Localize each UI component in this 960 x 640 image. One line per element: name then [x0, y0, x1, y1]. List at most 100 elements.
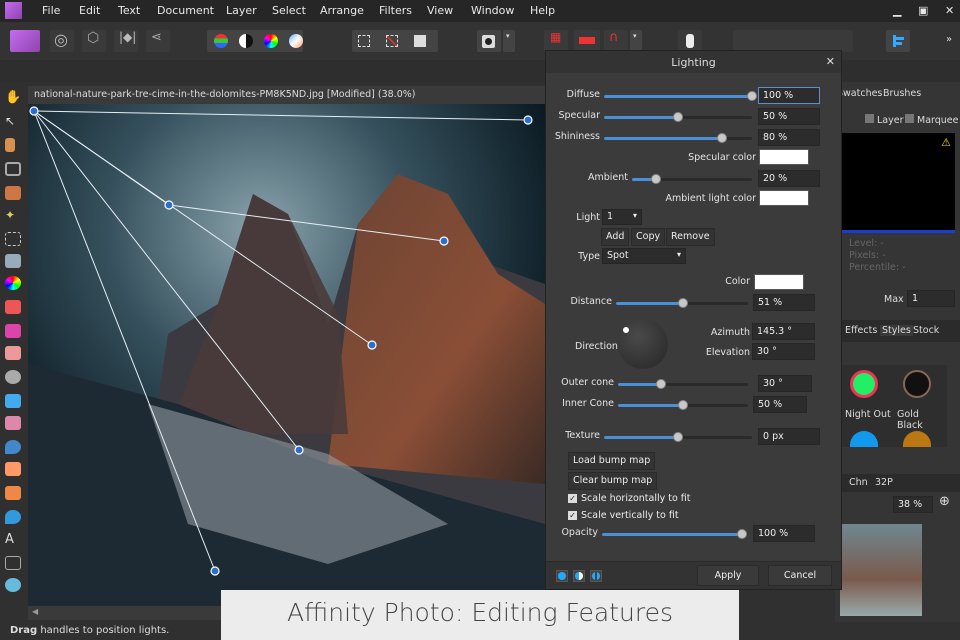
document-tab[interactable]: national-nature-park-tre-cime-in-the-dol…	[28, 86, 548, 104]
distance-slider-handle[interactable]	[678, 298, 689, 308]
text-tool-icon[interactable]: A	[5, 532, 21, 547]
specular-color-swatch[interactable]	[759, 149, 809, 165]
photo-persona-button[interactable]	[10, 30, 40, 52]
blur-tool-icon[interactable]	[5, 440, 21, 454]
color-replacement-icon[interactable]	[5, 324, 21, 338]
max-input[interactable]: 1	[907, 290, 955, 307]
gradient-tool-icon[interactable]	[5, 276, 21, 290]
grid-icon[interactable]: ▦	[544, 30, 568, 52]
outer-cone-slider[interactable]	[618, 379, 748, 389]
diffuse-slider-handle[interactable]	[747, 91, 757, 101]
blend-half-icon[interactable]	[573, 570, 585, 582]
navigator-zoom-input[interactable]: 38 %	[893, 496, 933, 513]
inner-cone-input[interactable]: 50 %	[753, 396, 807, 413]
blend-split-icon[interactable]	[590, 570, 602, 582]
texture-input[interactable]: 0 px	[758, 428, 820, 445]
flood-fill-icon[interactable]	[5, 254, 21, 268]
more-icon[interactable]: »	[946, 34, 952, 45]
elevation-input[interactable]: 30 °	[752, 343, 815, 360]
dodge-tool-icon[interactable]	[5, 370, 21, 384]
menu-layer[interactable]: Layer	[226, 4, 257, 17]
diffuse-slider[interactable]	[604, 91, 757, 101]
specular-slider[interactable]	[604, 112, 752, 122]
develop-persona-button[interactable]: ⬡	[82, 30, 106, 52]
ambient-slider-handle[interactable]	[651, 174, 661, 184]
tab-swatches[interactable]: Swatches	[837, 88, 882, 99]
layer-checkbox[interactable]: Layer	[865, 114, 904, 126]
inner-cone-slider-handle[interactable]	[678, 400, 688, 410]
snap-to-icon[interactable]	[574, 30, 600, 52]
color-picker-icon[interactable]	[5, 138, 15, 152]
opacity-slider[interactable]	[602, 529, 747, 539]
image-canvas[interactable]	[28, 104, 545, 606]
scale-vertically-checkbox[interactable]: ✓ Scale vertically to fit	[568, 510, 679, 521]
tab-effects[interactable]: Effects	[845, 325, 877, 336]
specular-slider-handle[interactable]	[673, 112, 683, 122]
select-all-icon[interactable]	[358, 35, 370, 47]
shininess-input[interactable]: 80 %	[758, 129, 820, 146]
menu-select[interactable]: Select	[272, 4, 306, 17]
ambient-input[interactable]: 20 %	[758, 170, 820, 187]
snapping-magnet-icon[interactable]: ∩	[604, 30, 628, 52]
hsl-icon[interactable]	[264, 34, 278, 48]
close-dialog-icon[interactable]: ✕	[826, 55, 835, 68]
style-night-out[interactable]	[850, 370, 878, 398]
load-bump-map-button[interactable]: Load bump map	[568, 452, 656, 470]
navigator-thumbnail[interactable]	[840, 524, 922, 616]
tab-32p[interactable]: 32P	[875, 477, 893, 488]
contrast-icon[interactable]	[239, 34, 253, 48]
maximize-button[interactable]: ▣	[918, 4, 928, 17]
shininess-slider[interactable]	[604, 133, 752, 143]
texture-slider[interactable]	[604, 432, 752, 442]
cancel-button[interactable]: Cancel	[768, 565, 832, 586]
type-dropdown[interactable]: Spot	[602, 248, 686, 264]
texture-slider-handle[interactable]	[673, 432, 683, 442]
crop-tool-icon[interactable]	[5, 162, 21, 176]
menu-help[interactable]: Help	[530, 4, 555, 17]
distance-input[interactable]: 51 %	[753, 294, 815, 311]
tab-brushes[interactable]: Brushes	[883, 88, 921, 99]
azimuth-input[interactable]: 145.3 °	[752, 323, 815, 340]
minimize-button[interactable]: ▁	[893, 4, 901, 17]
opacity-slider-handle[interactable]	[737, 529, 747, 539]
tab-channels[interactable]: Chn	[849, 477, 868, 488]
menu-arrange[interactable]: Arrange	[320, 4, 364, 17]
tone-mapping-persona-button[interactable]: |◆|	[114, 30, 138, 52]
shininess-slider-handle[interactable]	[717, 133, 728, 143]
zoom-in-icon[interactable]: ⊕	[939, 494, 950, 509]
hand-tool-icon[interactable]: ✋	[5, 90, 21, 105]
mesh-warp-icon[interactable]	[5, 556, 21, 570]
menu-document[interactable]: Document	[157, 4, 214, 17]
magic-wand-icon[interactable]: ✦	[5, 208, 21, 222]
menu-edit[interactable]: Edit	[79, 4, 100, 17]
blend-normal-icon[interactable]	[556, 570, 568, 582]
marquee-checkbox[interactable]: Marquee	[905, 114, 959, 126]
add-light-button[interactable]: Add	[601, 228, 630, 246]
remove-light-button[interactable]: Remove	[666, 228, 715, 246]
ambient-color-swatch[interactable]	[759, 190, 809, 206]
marquee-tool-icon[interactable]	[5, 232, 21, 246]
sharpen-tool-icon[interactable]	[5, 510, 21, 524]
tab-stock[interactable]: Stock	[913, 325, 939, 336]
specular-input[interactable]: 50 %	[758, 108, 820, 125]
selection-brush-icon[interactable]	[5, 186, 21, 200]
patch-tool-icon[interactable]	[5, 462, 21, 476]
deselect-icon[interactable]	[386, 35, 398, 47]
outer-cone-input[interactable]: 30 °	[758, 375, 812, 392]
eraser-icon[interactable]	[5, 346, 21, 360]
menu-window[interactable]: Window	[471, 4, 514, 17]
snapping-dropdown[interactable]: ▾	[630, 30, 642, 52]
direction-dial[interactable]	[618, 319, 668, 369]
move-tool-icon[interactable]: ↖	[5, 114, 21, 128]
light-dropdown[interactable]: 1	[602, 209, 642, 225]
menu-text[interactable]: Text	[118, 4, 140, 17]
align-icon[interactable]	[886, 30, 910, 52]
quick-mask-button[interactable]	[477, 30, 501, 52]
diffuse-input[interactable]: 100 %	[758, 87, 820, 104]
inner-cone-slider[interactable]	[618, 400, 748, 410]
liquify-persona-button[interactable]: ◎	[50, 30, 74, 52]
menu-view[interactable]: View	[427, 4, 453, 17]
scale-horizontally-checkbox[interactable]: ✓ Scale horizontally to fit	[568, 493, 691, 504]
invert-selection-icon[interactable]	[414, 35, 426, 47]
copy-light-button[interactable]: Copy	[631, 228, 666, 246]
